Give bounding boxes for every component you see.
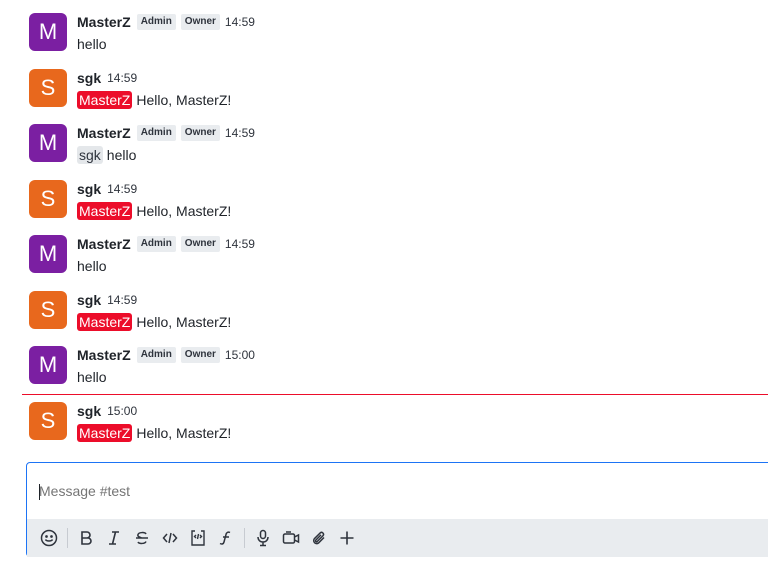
message-author[interactable]: MasterZ xyxy=(77,125,131,141)
message-text: Hello, MasterZ! xyxy=(136,425,232,441)
toolbar-divider xyxy=(67,528,68,548)
italic-icon[interactable] xyxy=(102,526,126,550)
avatar[interactable]: M xyxy=(29,124,67,162)
message-input[interactable] xyxy=(27,463,768,519)
emoji-icon[interactable] xyxy=(37,526,61,550)
code-block-icon[interactable] xyxy=(186,526,210,550)
bold-icon[interactable] xyxy=(74,526,98,550)
role-badge-owner: Owner xyxy=(180,14,220,30)
mention-chip[interactable]: sgk xyxy=(77,146,103,164)
message-time: 15:00 xyxy=(224,348,255,362)
message-author[interactable]: sgk xyxy=(77,403,101,419)
message-item[interactable]: M MasterZ Admin Owner 14:59 hello xyxy=(0,0,768,54)
role-badge-admin: Admin xyxy=(136,125,176,141)
avatar[interactable]: S xyxy=(29,180,67,218)
attachment-icon[interactable] xyxy=(307,526,331,550)
message-time: 14:59 xyxy=(224,237,255,251)
avatar[interactable]: S xyxy=(29,291,67,329)
avatar[interactable]: S xyxy=(29,69,67,107)
message-text: hello xyxy=(77,36,107,52)
avatar[interactable]: S xyxy=(29,402,67,440)
role-badge-owner: Owner xyxy=(180,347,220,363)
message-time: 14:59 xyxy=(107,293,138,307)
message-text: Hello, MasterZ! xyxy=(136,92,232,108)
message-time: 14:59 xyxy=(107,182,138,196)
strikethrough-icon[interactable] xyxy=(130,526,154,550)
code-icon[interactable] xyxy=(158,526,182,550)
avatar[interactable]: M xyxy=(29,13,67,51)
message-author[interactable]: sgk xyxy=(77,181,101,197)
message-item[interactable]: M MasterZ Admin Owner 14:59 sgk hello xyxy=(0,111,768,165)
message-item[interactable]: S sgk 14:59 MasterZ Hello, MasterZ! xyxy=(0,167,768,221)
message-author[interactable]: sgk xyxy=(77,70,101,86)
message-item[interactable]: M MasterZ Admin Owner 14:59 hello xyxy=(0,222,768,276)
video-icon[interactable] xyxy=(279,526,303,550)
role-badge-owner: Owner xyxy=(180,125,220,141)
message-text: hello xyxy=(106,147,137,163)
message-time: 14:59 xyxy=(224,126,255,140)
role-badge-admin: Admin xyxy=(136,236,176,252)
message-item[interactable]: M MasterZ Admin Owner 15:00 hello xyxy=(0,333,768,387)
message-author[interactable]: sgk xyxy=(77,292,101,308)
message-author[interactable]: MasterZ xyxy=(77,236,131,252)
avatar[interactable]: M xyxy=(29,346,67,384)
avatar[interactable]: M xyxy=(29,235,67,273)
plus-icon[interactable] xyxy=(335,526,359,550)
message-item[interactable]: S sgk 14:59 MasterZ Hello, MasterZ! xyxy=(0,56,768,110)
message-text: Hello, MasterZ! xyxy=(136,203,232,219)
mention-chip[interactable]: MasterZ xyxy=(77,424,133,442)
microphone-icon[interactable] xyxy=(251,526,275,550)
mention-chip[interactable]: MasterZ xyxy=(77,91,133,109)
message-text: Hello, MasterZ! xyxy=(136,314,232,330)
message-time: 14:59 xyxy=(224,15,255,29)
message-time: 14:59 xyxy=(107,71,138,85)
message-text: hello xyxy=(77,369,107,385)
text-caret xyxy=(39,484,40,500)
message-composer xyxy=(26,462,768,557)
composer-toolbar xyxy=(27,519,768,557)
toolbar-divider xyxy=(244,528,245,548)
message-text: hello xyxy=(77,258,107,274)
role-badge-admin: Admin xyxy=(136,14,176,30)
role-badge-admin: Admin xyxy=(136,347,176,363)
message-time: 15:00 xyxy=(107,404,138,418)
mention-chip[interactable]: MasterZ xyxy=(77,202,133,220)
role-badge-owner: Owner xyxy=(180,236,220,252)
formula-icon[interactable] xyxy=(214,526,238,550)
message-item[interactable]: S sgk 15:00 MasterZ Hello, MasterZ! xyxy=(0,389,768,443)
message-author[interactable]: MasterZ xyxy=(77,347,131,363)
message-author[interactable]: MasterZ xyxy=(77,14,131,30)
message-item[interactable]: S sgk 14:59 MasterZ Hello, MasterZ! xyxy=(0,278,768,332)
mention-chip[interactable]: MasterZ xyxy=(77,313,133,331)
